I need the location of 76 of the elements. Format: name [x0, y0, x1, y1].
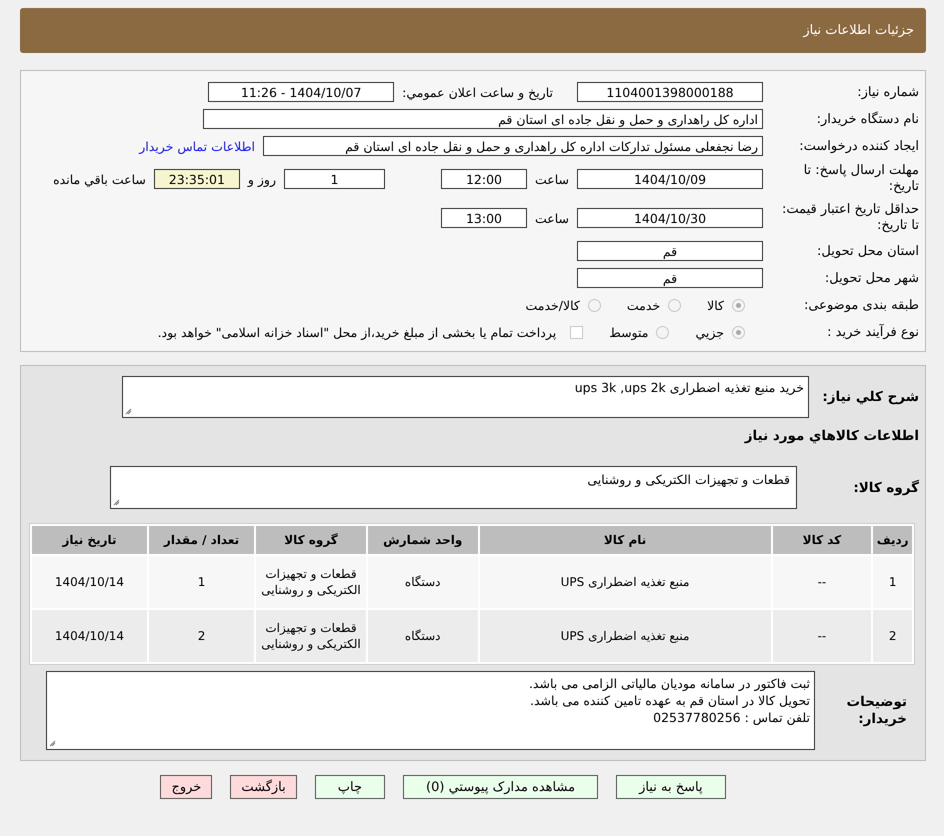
radio-button[interactable] — [732, 326, 745, 338]
table-cell: دستگاه — [368, 610, 478, 662]
action-button[interactable]: خروج — [160, 775, 212, 799]
input-field[interactable]: 13:00 — [440, 208, 527, 228]
field-label: طبقه بندی موضوعی: — [802, 298, 920, 312]
field-label: نام دستگاه خريدار: — [816, 112, 920, 126]
description-field[interactable]: خريد منبع تغذيه اضطراری ups 3k ,ups 2k — [122, 376, 809, 418]
radio-button[interactable] — [588, 298, 601, 312]
column-header: تاريخ نياز — [32, 526, 147, 554]
field-label: توضيحات خريدار: — [846, 694, 908, 728]
action-button[interactable]: بازگشت — [230, 775, 297, 799]
table-cell: 1 — [148, 556, 254, 608]
column-header: واحد شمارش — [368, 526, 478, 554]
goods-group-field[interactable]: قطعات و تجهيزات الکتريکی و روشنايی — [110, 466, 797, 509]
option-label: متوسط — [609, 324, 648, 340]
field-label: ايجاد کننده درخواست: — [798, 138, 920, 154]
column-header: رديف — [873, 526, 912, 554]
checkbox[interactable] — [570, 326, 584, 338]
action-button[interactable]: پاسخ به نياز — [616, 775, 726, 799]
table-cell: منبع تغذيه اضطراری UPS — [480, 610, 771, 662]
field-label: نوع فرآيند خريد : — [826, 324, 920, 340]
field-label: شرح كلي نياز: — [821, 389, 920, 405]
input-field[interactable]: رضا نجفعلی مسئول تدارکات اداره کل راهداری و حمل و نقل جاده ای استان قم — [263, 136, 763, 156]
action-button[interactable]: مشاهده مدارک پيوستي (0) — [403, 775, 598, 799]
payment-note: پرداخت تمام يا بخشی از مبلغ خريد،از محل "اسناد خزانه اسلامی" خواهد بود. — [158, 324, 556, 340]
input-field[interactable]: 12:00 — [440, 169, 527, 189]
input-field[interactable]: 1404/10/09 — [577, 169, 763, 189]
resize-grip-icon[interactable] — [49, 740, 56, 747]
table-cell: 1404/10/14 — [32, 610, 147, 662]
field-label: ساعت — [534, 172, 569, 186]
table-cell: 1404/10/14 — [32, 556, 147, 608]
field-label: شماره نياز: — [856, 84, 920, 100]
input-field[interactable]: 1 — [284, 169, 385, 189]
input-field[interactable]: قم — [577, 268, 763, 288]
option-label: خدمت — [626, 298, 660, 312]
column-header: تعداد / مقدار — [148, 526, 254, 554]
table-cell: قطعات و تجهيزات الکتريکی و روشنايی — [256, 556, 366, 608]
field-label: روز و — [248, 172, 276, 186]
column-header: کد کالا — [772, 526, 872, 554]
table-cell: 1 — [873, 556, 912, 608]
table-cell: -- — [772, 610, 872, 662]
column-header: گروه کالا — [256, 526, 366, 554]
input-field[interactable]: اداره کل راهداری و حمل و نقل جاده ای استان قم — [203, 109, 763, 129]
field-label: گروه كالا: — [852, 480, 920, 496]
table-cell: دستگاه — [368, 556, 478, 608]
resize-grip-icon[interactable] — [113, 499, 120, 506]
notes-field[interactable]: ثبت فاکتور در سامانه موديان مالياتی الزامی می باشد. تحويل کالا در استان قم به عهده تامين کننده می باشد. تلفن تماس : 02537780256 — [46, 671, 815, 750]
field-label: ساعت باقي مانده — [53, 172, 146, 186]
table-cell: قطعات و تجهيزات الکتريکی و روشنايی — [256, 610, 366, 662]
resize-grip-icon[interactable] — [125, 408, 132, 415]
table-cell: -- — [772, 556, 872, 608]
field-label: حداقل تاريخ اعتبار قيمت: تا تاريخ: — [780, 202, 920, 234]
field-label: تاريخ و ساعت اعلان عمومي: — [402, 84, 553, 100]
page-title: جزئيات اطلاعات نياز — [803, 23, 914, 38]
contact-link[interactable]: اطلاعات تماس خريدار — [139, 138, 255, 154]
radio-button[interactable] — [668, 298, 682, 312]
input-field[interactable]: 1404/10/07 - 11:26 — [208, 82, 394, 102]
input-field[interactable]: 1404/10/30 — [577, 208, 763, 228]
option-label: كالا/خدمت — [525, 298, 580, 312]
table-cell: 2 — [148, 610, 254, 662]
option-label: جزيي — [695, 324, 724, 340]
option-label: كالا — [707, 298, 724, 312]
input-field[interactable]: 1104001398000188 — [577, 82, 763, 102]
section-heading: اطلاعات كالاهاي مورد نياز — [743, 428, 919, 444]
table-cell: منبع تغذيه اضطراری UPS — [480, 556, 771, 608]
radio-button[interactable] — [656, 326, 670, 338]
field-label: استان محل تحويل: — [816, 244, 920, 258]
field-label: شهر محل تحويل: — [824, 270, 920, 286]
radio-button[interactable] — [732, 298, 745, 312]
table-cell: 2 — [873, 610, 912, 662]
input-field[interactable]: قم — [577, 241, 763, 261]
field-label: ساعت — [534, 210, 569, 226]
action-button[interactable]: چاپ — [314, 775, 385, 799]
field-label: مهلت ارسال پاسخ: تا تاریخ: — [802, 163, 920, 195]
column-header: نام کالا — [480, 526, 771, 554]
input-field[interactable]: 23:35:01 — [154, 169, 240, 189]
